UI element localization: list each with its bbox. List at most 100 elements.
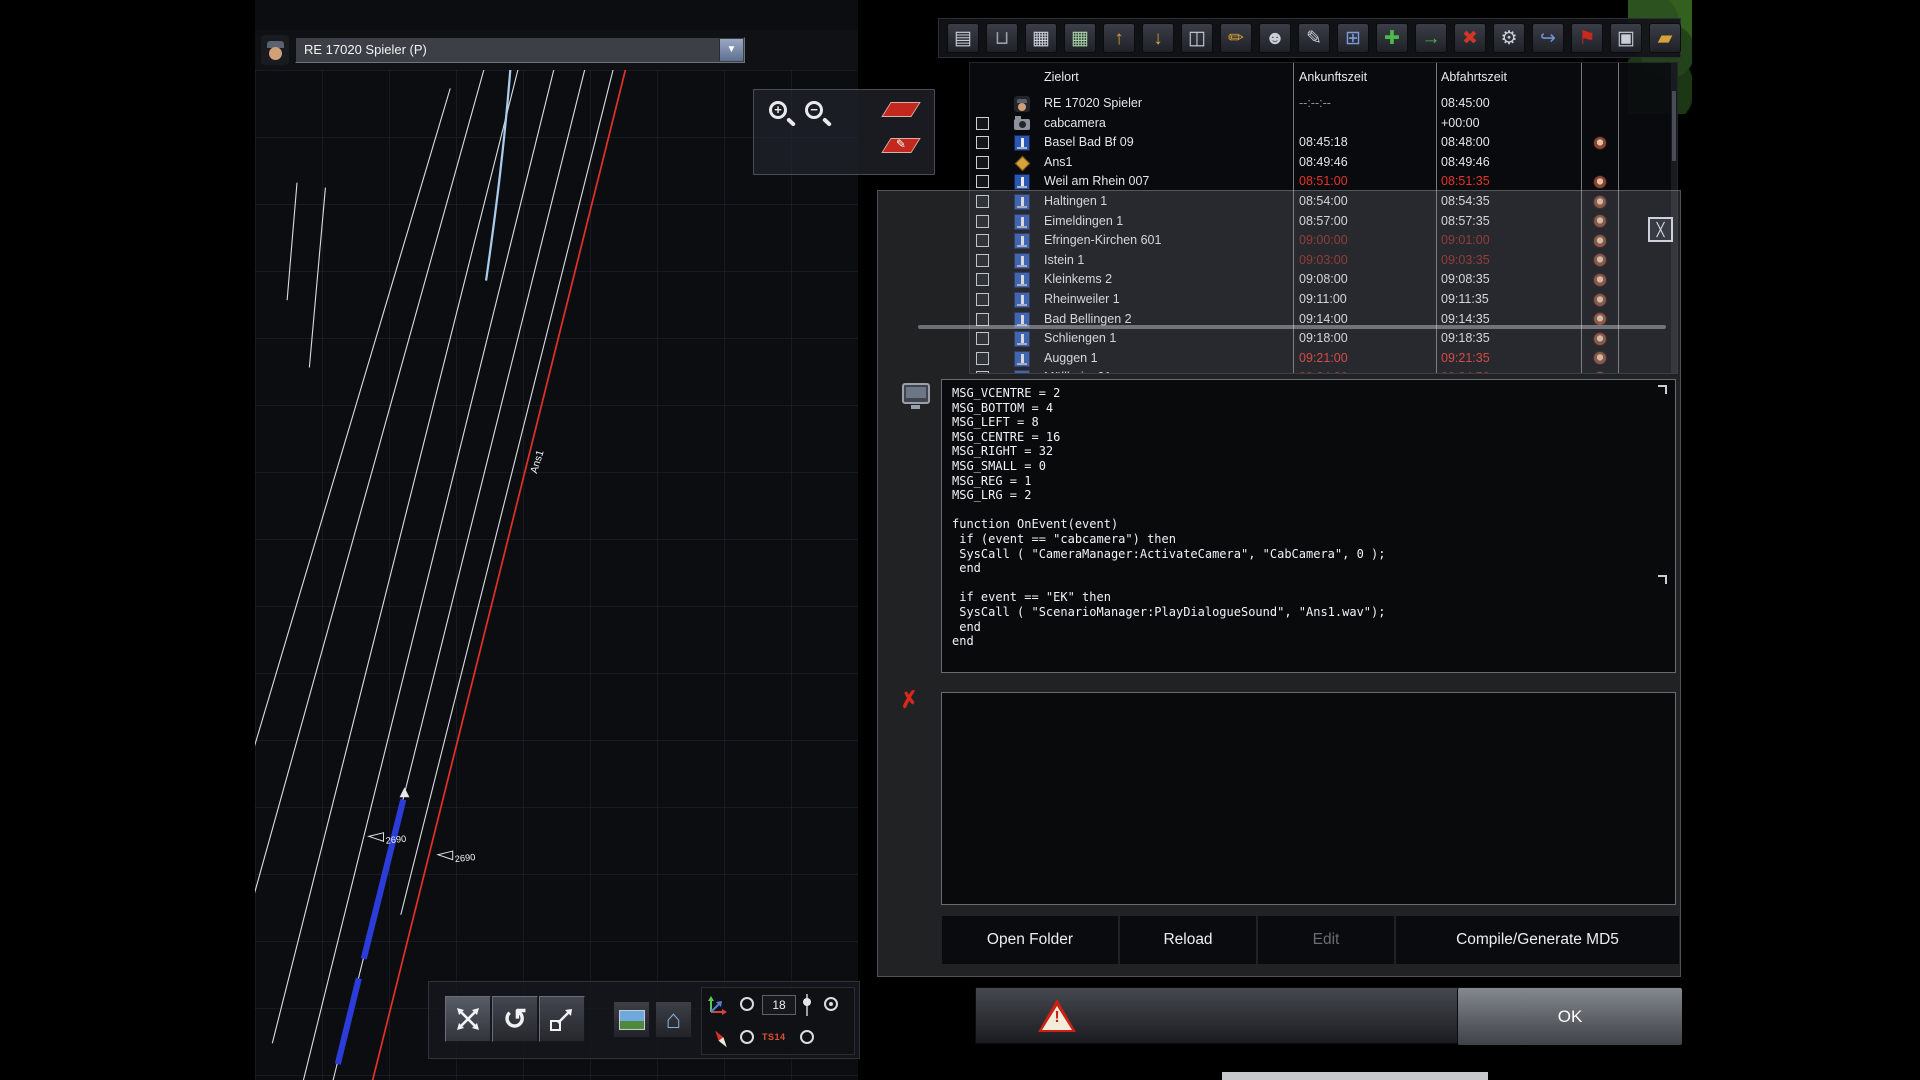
open-folder-button[interactable]: Open Folder xyxy=(942,916,1118,964)
reload-button[interactable]: Reload xyxy=(1120,916,1256,964)
destination-name: Basel Bad Bf 09 xyxy=(1044,135,1134,149)
departure-time: 08:51:35 xyxy=(1441,174,1490,188)
people-button[interactable]: ☻ xyxy=(1259,23,1291,53)
snap-value-field[interactable]: 18 xyxy=(762,995,796,1015)
plus-glyph: + xyxy=(769,101,787,118)
save-button[interactable]: ▤ xyxy=(947,23,979,53)
departure-time: 08:49:46 xyxy=(1441,155,1490,169)
destination-checkbox[interactable] xyxy=(976,156,989,169)
train-button[interactable]: ▣ xyxy=(1610,23,1642,53)
link-button[interactable]: ↪ xyxy=(1532,23,1564,53)
pen-icon: ✎ xyxy=(896,137,906,151)
lower-terrain-icon: ↓ xyxy=(1153,29,1163,48)
option-radio[interactable] xyxy=(740,1030,754,1044)
resize-mark xyxy=(1658,575,1667,584)
warning-icon: ! xyxy=(1038,999,1076,1032)
home-button[interactable]: ⌂ xyxy=(655,1001,692,1038)
scrollbar-thumb[interactable] xyxy=(1672,91,1676,161)
remove-button[interactable]: ✖ xyxy=(1454,23,1486,53)
freight-button[interactable]: ▰ xyxy=(1649,23,1681,53)
timetable-row[interactable]: cabcamera+00:00 xyxy=(970,114,1673,134)
raise-terrain-button[interactable]: ↑ xyxy=(1103,23,1135,53)
add-button[interactable]: ✚ xyxy=(1376,23,1408,53)
destination-name: Ans1 xyxy=(1044,155,1073,169)
add-icon: ✚ xyxy=(1384,29,1400,48)
map-header: RE 17020 Spieler (P) ▼ xyxy=(255,30,858,70)
destination-name: cabcamera xyxy=(1044,116,1106,130)
scene-strip xyxy=(255,0,858,30)
grid-small-button[interactable]: ▦ xyxy=(1025,23,1057,53)
timetable-row[interactable]: RE 17020 Spieler--:--:--08:45:00 xyxy=(970,94,1673,114)
platform-icon xyxy=(1014,135,1030,151)
marker-label-ans1: Ans1 xyxy=(529,449,547,475)
selected-track-segment[interactable] xyxy=(338,978,359,1064)
zoom-in-button[interactable]: + xyxy=(766,99,800,133)
tiles-button[interactable]: ⊞ xyxy=(1337,23,1369,53)
compile-generate-md5-button[interactable]: Compile/Generate MD5 xyxy=(1396,916,1679,964)
copy-button[interactable]: ◫ xyxy=(1181,23,1213,53)
timetable-row[interactable]: Basel Bad Bf 0908:45:1808:48:00 xyxy=(970,133,1673,153)
ok-button[interactable]: OK xyxy=(1457,988,1682,1045)
departure-time: 08:45:00 xyxy=(1441,96,1490,110)
settings-icon: ⚙ xyxy=(1500,29,1517,48)
timetable-row[interactable]: Ans108:49:4608:49:46 xyxy=(970,153,1673,173)
column-header-abfahrtszeit: Abfahrtszeit xyxy=(1441,70,1507,90)
people-icon: ☻ xyxy=(1265,29,1285,48)
tiles-icon: ⊞ xyxy=(1345,29,1361,48)
track-curve-highlight xyxy=(486,70,511,281)
delete-icon: ⊔ xyxy=(995,29,1010,48)
consist-selector[interactable]: RE 17020 Spieler (P) ▼ xyxy=(295,37,745,63)
axes-gizmo-icon[interactable] xyxy=(707,994,729,1016)
delete-button[interactable]: ⊔ xyxy=(986,23,1018,53)
milepost-pennant xyxy=(438,851,453,860)
driver-face xyxy=(269,47,282,60)
gradient-display-button[interactable] xyxy=(881,102,920,117)
compass-icon[interactable] xyxy=(711,1028,731,1050)
map-options-group: 18 TS14 xyxy=(701,987,855,1055)
column-header-zielort: Zielort xyxy=(1044,70,1079,90)
rotate-tool-button[interactable]: ↺ xyxy=(492,996,538,1042)
option-radio[interactable] xyxy=(800,1030,814,1044)
settings-button[interactable]: ⚙ xyxy=(1493,23,1525,53)
scale-tool-button[interactable] xyxy=(539,996,585,1042)
consist-selector-value: RE 17020 Spieler (P) xyxy=(304,42,427,57)
grid-large-button[interactable]: ▦ xyxy=(1064,23,1096,53)
compiler-output[interactable] xyxy=(941,692,1676,905)
insert-button[interactable]: → xyxy=(1415,23,1447,53)
track-map[interactable]: 2690 2690 Ans1 xyxy=(255,70,858,1080)
script-line: end xyxy=(952,634,1675,649)
destination-name: RE 17020 Spieler xyxy=(1044,96,1142,110)
arrival-time: 08:45:18 xyxy=(1299,135,1348,149)
option-radio[interactable] xyxy=(740,997,754,1011)
destination-checkbox[interactable] xyxy=(976,117,989,130)
destination-checkbox[interactable] xyxy=(976,136,989,149)
warning-exclamation: ! xyxy=(1038,1009,1076,1027)
move-tool-button[interactable] xyxy=(445,996,491,1042)
platform-icon xyxy=(1014,174,1030,190)
mini-slider[interactable] xyxy=(806,994,808,1016)
script-line: MSG_SMALL = 0 xyxy=(952,459,1675,474)
paint-button[interactable]: ✏ xyxy=(1220,23,1252,53)
zoom-out-button[interactable]: − xyxy=(802,99,836,133)
world-view-button[interactable] xyxy=(613,1001,650,1038)
script-line: if event == "EK" then xyxy=(952,590,1675,605)
edit-list-button[interactable]: ✎ xyxy=(1298,23,1330,53)
script-editor[interactable]: MSG_VCENTRE = 2MSG_BOTTOM = 4MSG_LEFT = … xyxy=(941,379,1676,673)
lower-terrain-button[interactable]: ↓ xyxy=(1142,23,1174,53)
milepost-label: 2690 xyxy=(385,834,407,846)
consist-marker xyxy=(400,787,410,797)
raise-terrain-icon: ↑ xyxy=(1114,29,1124,48)
script-line: MSG_RIGHT = 32 xyxy=(952,444,1675,459)
selected-track-segment[interactable] xyxy=(364,800,404,959)
chevron-down-icon[interactable]: ▼ xyxy=(719,39,743,61)
script-line: function OnEvent(event) xyxy=(952,517,1675,532)
destination-checkbox[interactable] xyxy=(976,175,989,188)
option-radio-selected[interactable] xyxy=(824,997,838,1011)
gradient-edit-button[interactable]: ✎ xyxy=(881,138,920,153)
close-icon[interactable]: ╳ xyxy=(1648,217,1673,242)
script-line: MSG_LEFT = 8 xyxy=(952,415,1675,430)
script-line: if (event == "cabcamera") then xyxy=(952,532,1675,547)
milepost-label: 2690 xyxy=(454,852,476,864)
driver-icon xyxy=(261,35,289,65)
flag-button[interactable]: ⚑ xyxy=(1571,23,1603,53)
